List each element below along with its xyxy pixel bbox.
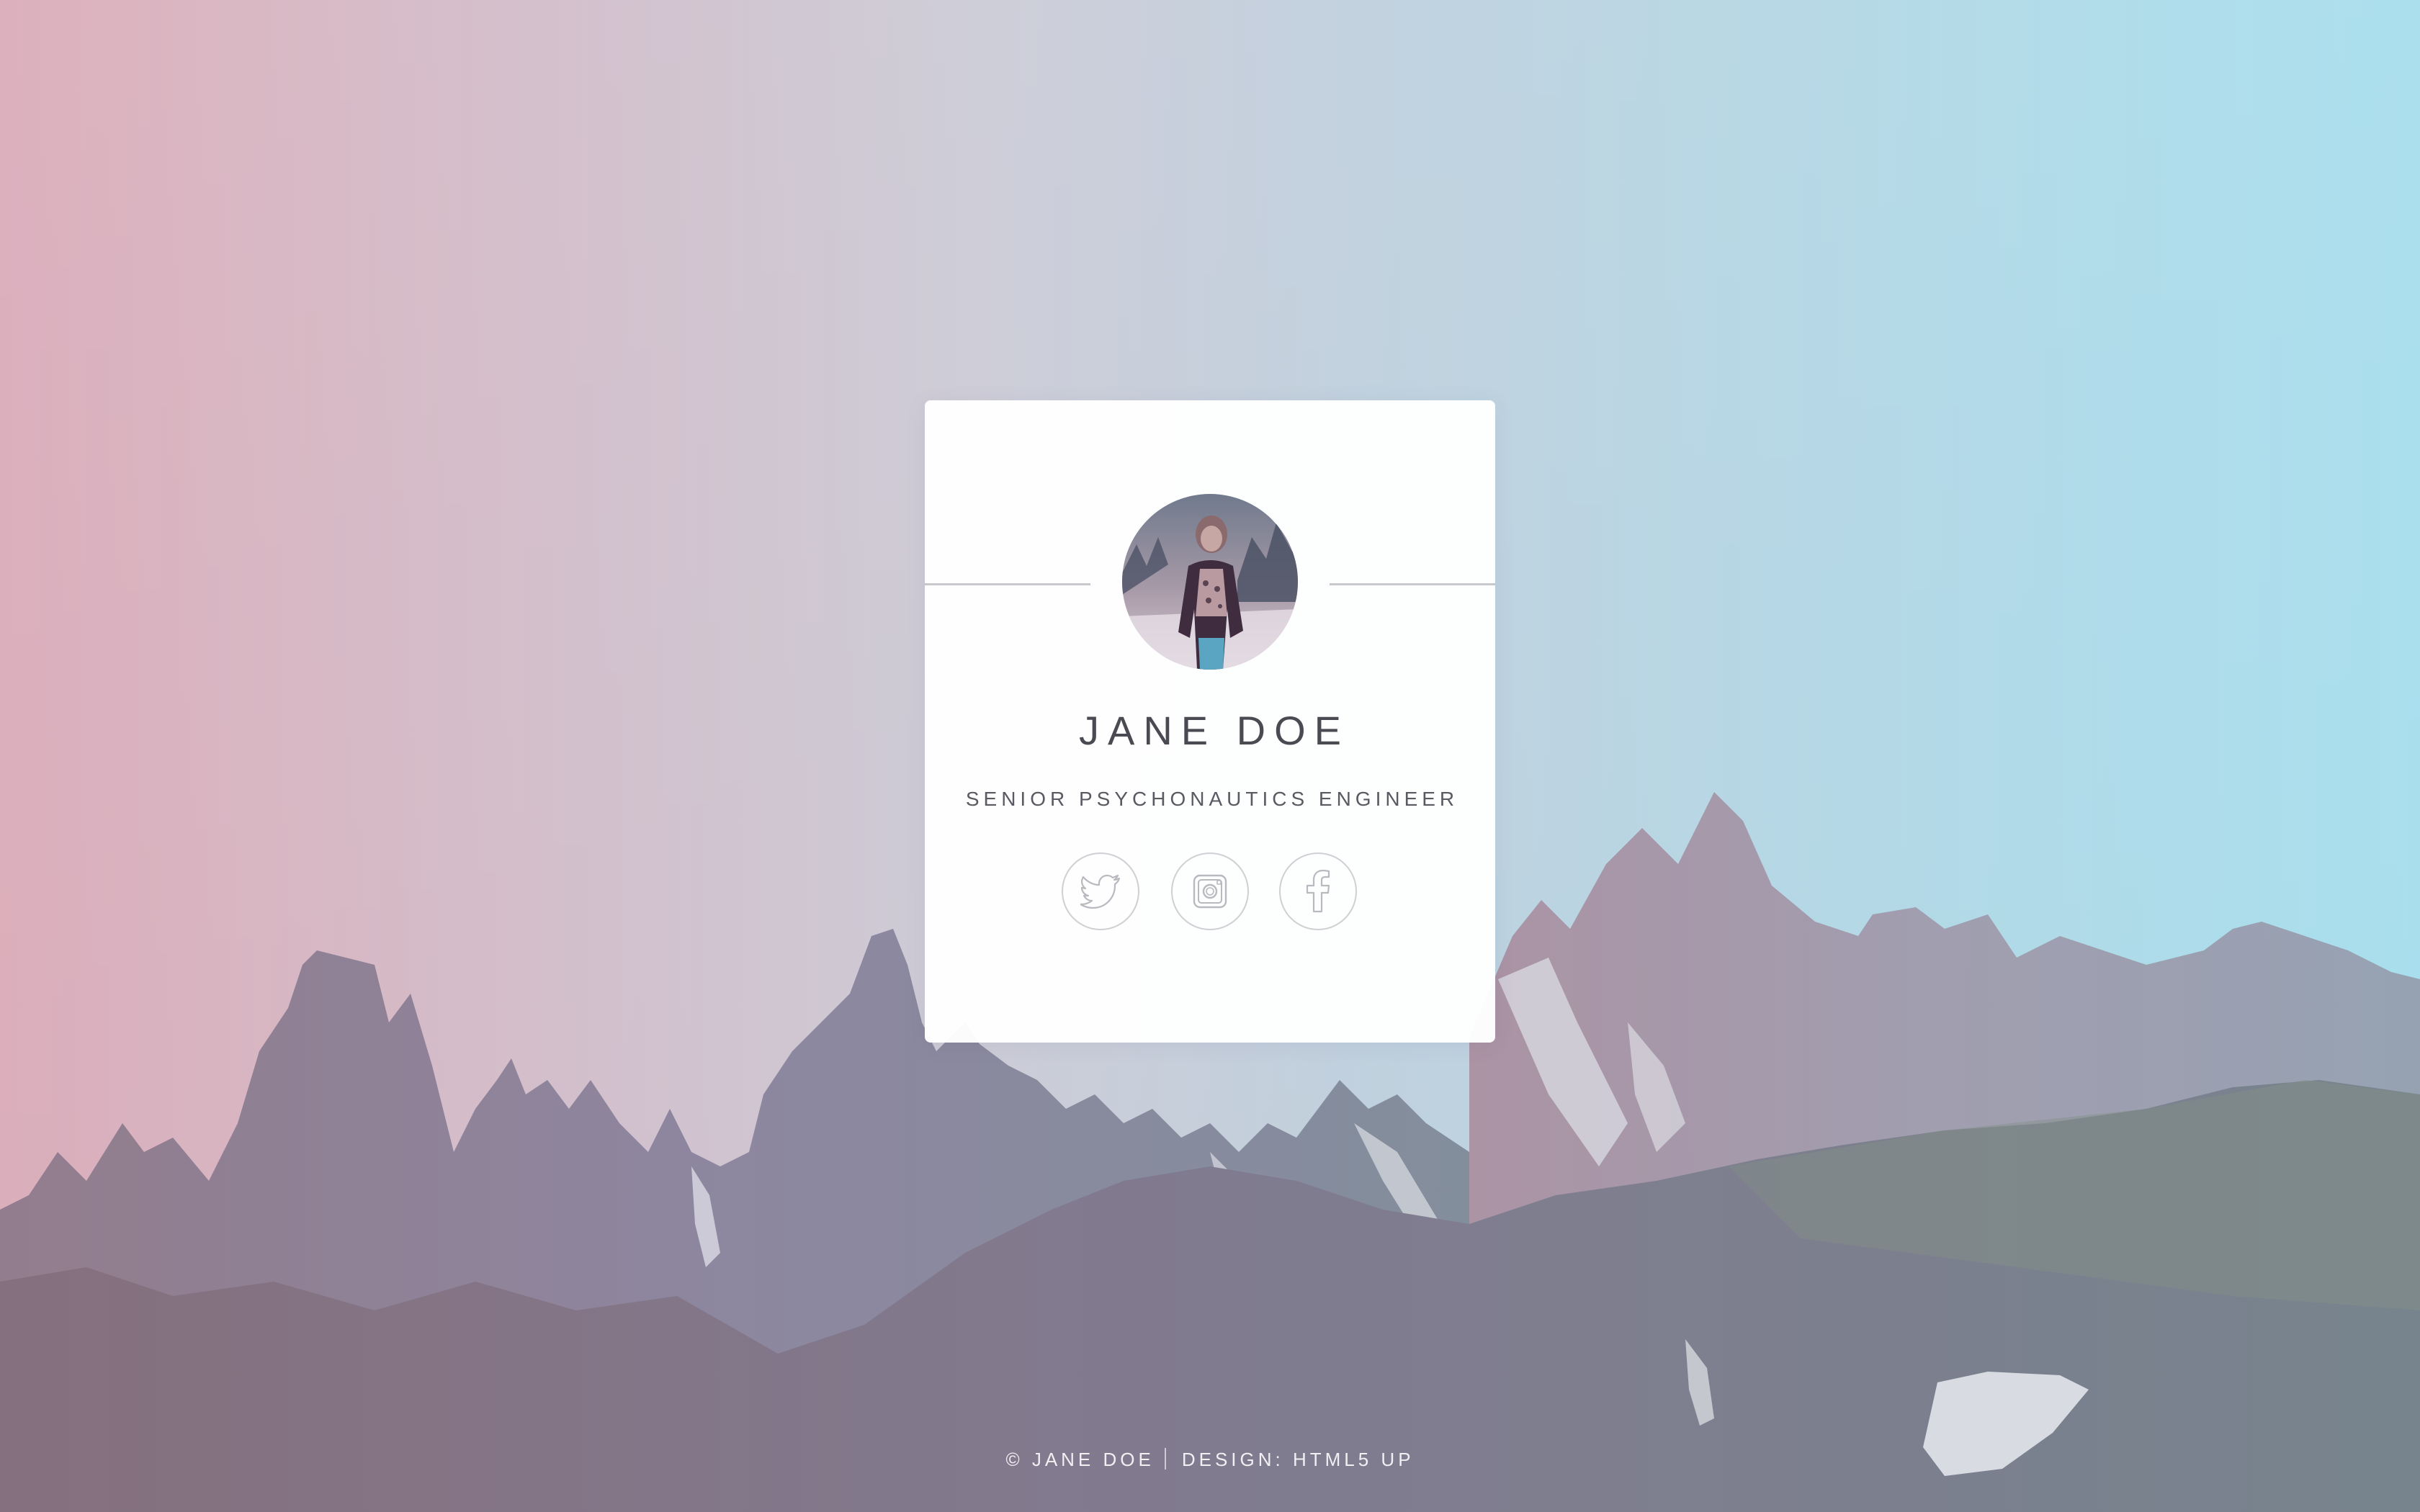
facebook-link[interactable] [1279, 852, 1357, 930]
profile-name: JANE DOE [1078, 708, 1350, 753]
profile-card: JANE DOE SENIOR PSYCHONAUTICS ENGINEER [925, 400, 1495, 1043]
instagram-link[interactable] [1171, 852, 1249, 930]
divider-left [925, 583, 1090, 585]
twitter-link[interactable] [1062, 852, 1139, 930]
facebook-icon [1306, 870, 1330, 913]
twitter-icon [1080, 874, 1121, 909]
avatar [1122, 494, 1298, 670]
footer-divider [1164, 1448, 1166, 1470]
footer-copyright: © JANE DOE [1005, 1449, 1155, 1470]
social-links [925, 852, 1495, 933]
divider-right [1330, 583, 1495, 585]
footer-design-credit[interactable]: DESIGN: HTML5 UP [1182, 1449, 1415, 1471]
instagram-icon [1193, 874, 1227, 909]
footer: © JANE DOE DESIGN: HTML5 UP [0, 1448, 2420, 1472]
profile-title: SENIOR PSYCHONAUTICS ENGINEER [965, 788, 1459, 810]
